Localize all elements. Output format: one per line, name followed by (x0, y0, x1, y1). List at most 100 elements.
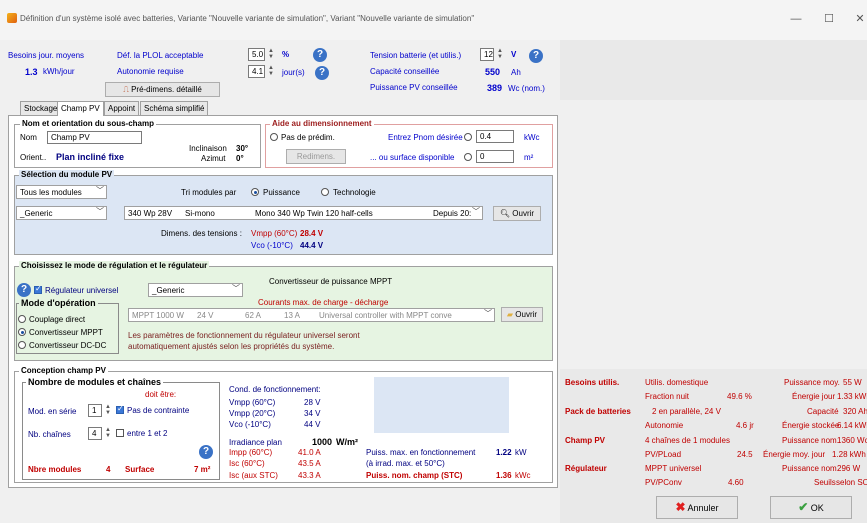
series-label: Mod. en série (28, 407, 77, 416)
strings-input[interactable]: 4 (88, 427, 102, 440)
reg-current2: 13 A (284, 311, 301, 320)
module-tech: Si-mono (185, 209, 215, 218)
azimuth-value: 0° (236, 154, 244, 163)
voltage-help-icon[interactable]: ? (529, 49, 543, 63)
autonomy-input[interactable]: 4.1 (248, 65, 265, 78)
area-input[interactable]: 0 (476, 150, 514, 163)
currents-title: Courants max. de charge - décharge (258, 298, 389, 307)
summary-thresholds-value: selon SOC (836, 478, 867, 487)
summary-reg-head: Régulateur (565, 464, 607, 473)
plol-unit: % (282, 50, 290, 59)
subfield-title: Nom et orientation du sous-champ (20, 119, 157, 128)
close-button[interactable]: ✕ (850, 12, 867, 26)
module-model-select[interactable]: 340 Wp 28V Si-mono Mono 340 Wp Twin 120 … (124, 206, 483, 220)
manufacturer-select[interactable]: _Generic ﹀ (16, 206, 107, 220)
reg-voltage: 24 V (197, 311, 214, 320)
cancel-button[interactable]: ✖ Annuler (656, 496, 738, 519)
plol-input[interactable]: 5.0 (248, 48, 265, 61)
pnom-field-value: 1.36 (496, 471, 512, 480)
between-checkbox[interactable] (116, 429, 124, 437)
tab-schema[interactable]: Schéma simplifié (140, 101, 209, 115)
summary-reg-type: MPPT universel (645, 464, 702, 473)
orient-value: Plan incliné fixe (56, 152, 125, 162)
vmpp60-label: Vmpp (60°C) (229, 398, 276, 407)
magnifier-icon: 🔍︎ (499, 209, 511, 218)
needs-unit: kWh/jour (43, 67, 75, 76)
regulator-manufacturer-select[interactable]: _Generic ﹀ (148, 283, 243, 297)
converter-title: Convertisseur de puissance MPPT (269, 277, 393, 286)
area-label: ... ou surface disponible (370, 153, 455, 162)
pv-power-unit: Wc (nom.) (508, 84, 545, 93)
impp-value: 41.0 A (298, 448, 321, 457)
battery-voltage-spinner[interactable]: ▲ ▼ (496, 48, 504, 61)
design-help-icon[interactable]: ? (199, 445, 213, 459)
resize-button[interactable]: Redimens. (286, 149, 346, 164)
pnom-input[interactable]: 0.4 (476, 130, 514, 143)
summary-needs-type: Utilis. domestique (645, 378, 709, 387)
regulator-help-icon[interactable]: ? (17, 283, 31, 297)
pmax-label: Puiss. max. en fonctionnement (366, 448, 476, 457)
dim-label: Dimens. des tensions : (161, 229, 242, 238)
tab-champ-pv[interactable]: Champ PV (57, 101, 104, 116)
surface-value: 7 m² (194, 465, 211, 474)
no-predim-radio[interactable] (270, 133, 278, 141)
tab-stockage[interactable]: Stockage (20, 101, 62, 115)
modules-strings-title: Nombre de modules et chaînes (26, 377, 164, 387)
battery-voltage-label: Tension batterie (et utilis.) (370, 51, 462, 60)
regulator-title: Choisissez le mode de régulation et le r… (19, 261, 210, 270)
pmax-sub: (à irrad. max. et 50°C) (366, 459, 445, 468)
name-label: Nom (20, 133, 37, 142)
regulator-open-button[interactable]: ▰ Ouvrir (501, 307, 543, 322)
isc-stc-value: 43.3 A (298, 471, 321, 480)
series-input[interactable]: 1 (88, 404, 102, 417)
header-right-panel (560, 40, 867, 100)
vmpp-label: Vmpp (60°C) (251, 229, 298, 238)
autonomy-spinner[interactable]: ▲ ▼ (267, 65, 275, 78)
pv-power-label: Puissance PV conseillée (370, 83, 458, 92)
summary-autonomy-label: Autonomie (645, 421, 684, 430)
maximize-button[interactable]: ☐ (819, 12, 839, 26)
needs-label: Besoins jour. moyens (8, 51, 85, 60)
module-open-button[interactable]: 🔍︎ Ouvrir (493, 206, 541, 221)
vmpp-value: 28.4 V (300, 229, 324, 238)
minimize-button[interactable]: — (786, 12, 806, 26)
predim-button[interactable]: ⎍ Pré-dimens. détaillé (105, 82, 220, 97)
isc-stc-label: Isc (aux STC) (229, 471, 278, 480)
design-group: Conception champ PV Nombre de modules et… (14, 366, 553, 483)
sort-power-radio[interactable] (251, 188, 259, 196)
series-spinner[interactable]: ▲ ▼ (104, 404, 112, 417)
capacity-unit: Ah (511, 68, 521, 77)
sort-tech-radio[interactable] (321, 188, 329, 196)
between-label: entre 1 et 2 (127, 429, 168, 438)
summary-reg-power-label: Puissance nom. (782, 464, 839, 473)
voc-label: Vco (-10°C) (251, 241, 293, 250)
summary-pnom-value: 1360 Wc (837, 436, 867, 445)
regulator-info-line2: automatiquement ajustés selon les propri… (128, 342, 335, 351)
battery-voltage-input[interactable]: 12 (480, 48, 494, 61)
strings-spinner[interactable]: ▲ ▼ (104, 427, 112, 440)
plol-label: Déf. la PLOL acceptable (117, 51, 204, 60)
mode-mppt-radio[interactable] (18, 328, 26, 336)
plol-spinner[interactable]: ▲ ▼ (267, 48, 275, 61)
area-radio[interactable] (464, 153, 472, 161)
tab-appoint[interactable]: Appoint (104, 101, 140, 115)
autonomy-help-icon[interactable]: ? (315, 66, 329, 80)
summary-night-label: Fraction nuit (645, 392, 690, 401)
module-group: Sélection du module PV Tous les modules ﹀… (14, 170, 553, 255)
regulator-model-select[interactable]: MPPT 1000 W 24 V 62 A 13 A Universal con… (128, 308, 495, 322)
summary-pv-config: 4 chaînes de 1 modules (645, 436, 730, 445)
plol-help-icon[interactable]: ? (313, 48, 327, 62)
regulator-info-line1: Les paramètres de fonctionnement du régu… (128, 331, 360, 340)
reg-current: 62 A (245, 311, 262, 320)
name-input[interactable]: Champ PV (47, 131, 142, 144)
no-constraint-checkbox[interactable] (116, 404, 124, 414)
ok-button[interactable]: ✔ OK (770, 496, 852, 519)
pmax-value: 1.22 (496, 448, 512, 457)
summary-thresholds-label: Seuils (814, 478, 836, 487)
universal-checkbox[interactable] (34, 284, 42, 294)
pnom-radio[interactable] (464, 133, 472, 141)
module-filter-select[interactable]: Tous les modules ﹀ (16, 185, 107, 199)
mode-direct-radio[interactable] (18, 315, 26, 323)
irradiance-label: Irradiance plan (229, 438, 282, 447)
mode-dcdc-radio[interactable] (18, 341, 26, 349)
